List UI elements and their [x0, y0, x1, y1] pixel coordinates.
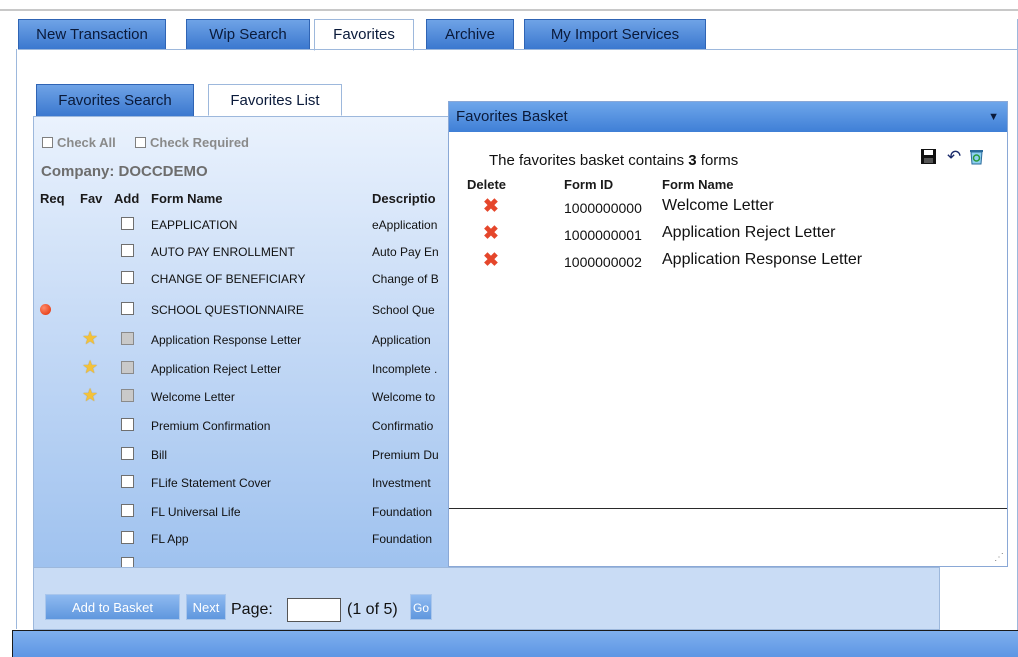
favorite-star-icon: ★ — [82, 357, 99, 377]
header-add: Add — [114, 191, 140, 206]
check-required-label: Check Required — [150, 135, 249, 150]
bottom-status-bar — [12, 630, 1018, 657]
header-req: Req — [40, 191, 65, 206]
go-button[interactable]: Go — [410, 594, 432, 620]
tab-favorites[interactable]: Favorites — [314, 19, 414, 51]
add-checkbox — [121, 332, 134, 345]
recycle-icon[interactable] — [969, 149, 984, 170]
delete-icon[interactable]: ✖ — [483, 251, 499, 271]
form-description: eApplication — [372, 218, 438, 232]
tab-archive[interactable]: Archive — [426, 19, 514, 49]
form-name: Premium Confirmation — [151, 419, 271, 433]
basket-divider — [449, 508, 1007, 509]
page-count: (1 of 5) — [347, 601, 398, 618]
basket-title: Favorites Basket — [456, 108, 568, 125]
form-name: EAPPLICATION — [151, 218, 238, 232]
tab-favorites-list[interactable]: Favorites List — [208, 84, 342, 116]
add-checkbox[interactable] — [121, 302, 134, 315]
basket-form-name: Application Reject Letter — [662, 224, 836, 241]
basket-summary-suffix: forms — [696, 152, 739, 169]
add-checkbox[interactable] — [121, 447, 134, 460]
add-checkbox[interactable] — [121, 531, 134, 544]
header-description: Descriptio — [372, 191, 436, 206]
form-description: Auto Pay En — [372, 245, 439, 259]
add-to-basket-button[interactable]: Add to Basket — [45, 594, 180, 620]
page-number-input[interactable] — [287, 598, 341, 622]
check-required-checkbox[interactable] — [135, 137, 147, 148]
form-name: FL App — [151, 532, 189, 546]
delete-icon[interactable]: ✖ — [483, 224, 499, 244]
company-label: Company: DOCCDEMO — [41, 163, 208, 180]
top-divider — [0, 9, 1018, 11]
add-checkbox[interactable] — [121, 418, 134, 431]
add-checkbox[interactable] — [121, 217, 134, 230]
add-checkbox — [121, 389, 134, 402]
favorite-star-icon: ★ — [82, 328, 99, 348]
add-checkbox[interactable] — [121, 557, 134, 567]
add-checkbox[interactable] — [121, 475, 134, 488]
basket-header[interactable]: Favorites Basket ▼ — [449, 102, 1007, 132]
form-description: Investment — [372, 476, 431, 490]
add-checkbox[interactable] — [121, 244, 134, 257]
basket-row: ✖ 1000000000 Welcome Letter — [449, 195, 1007, 222]
form-description: Change of B — [372, 272, 439, 286]
favorite-star-icon: ★ — [82, 385, 99, 405]
form-description: Incomplete . — [372, 362, 438, 376]
delete-icon[interactable]: ✖ — [483, 197, 499, 217]
tab-my-import-services[interactable]: My Import Services — [524, 19, 706, 49]
basket-form-name: Application Response Letter — [662, 251, 863, 268]
form-description: Confirmatio — [372, 419, 434, 433]
tab-wip-search[interactable]: Wip Search — [186, 19, 310, 49]
form-description: Application — [372, 333, 431, 347]
check-options: Check All Check Required — [42, 135, 249, 150]
add-checkbox[interactable] — [121, 271, 134, 284]
basket-count: 3 — [688, 152, 697, 169]
resize-grip-icon[interactable]: ⋰ — [994, 552, 1004, 563]
tab-new-transaction[interactable]: New Transaction — [18, 19, 166, 49]
form-description: Foundation — [372, 532, 433, 546]
basket-summary: The favorites basket contains 3 forms — [489, 152, 738, 169]
add-checkbox — [121, 361, 134, 374]
form-name: Application Response Letter — [151, 333, 302, 347]
form-name: SCHOOL QUESTIONNAIRE — [151, 303, 304, 317]
save-icon[interactable] — [921, 149, 936, 169]
required-dot-icon — [40, 304, 51, 315]
form-id: 1000000001 — [564, 227, 642, 243]
next-button[interactable]: Next — [186, 594, 226, 620]
header-form-id: Form ID — [564, 177, 614, 192]
form-description: Premium Du — [372, 448, 439, 462]
form-description: Welcome to — [372, 390, 436, 404]
check-all-checkbox[interactable] — [42, 137, 53, 148]
header-form-name: Form Name — [151, 191, 223, 206]
check-all-label: Check All — [57, 135, 116, 150]
basket-summary-prefix: The favorites basket contains — [489, 152, 689, 169]
header-basket-form-name: Form Name — [662, 177, 734, 192]
form-name: FL Universal Life — [151, 505, 241, 519]
favorites-basket-panel: Favorites Basket ▼ The favorites basket … — [448, 101, 1008, 567]
header-delete: Delete — [467, 177, 507, 192]
dropdown-arrow-icon[interactable]: ▼ — [988, 102, 999, 132]
add-checkbox[interactable] — [121, 504, 134, 517]
form-name: Welcome Letter — [151, 390, 235, 404]
form-description: Foundation — [372, 505, 433, 519]
form-name: CHANGE OF BENEFICIARY — [151, 272, 306, 286]
basket-form-name: Welcome Letter — [662, 197, 774, 214]
header-fav: Fav — [80, 191, 103, 206]
tab-favorites-search[interactable]: Favorites Search — [36, 84, 194, 116]
form-name: AUTO PAY ENROLLMENT — [151, 245, 295, 259]
undo-icon[interactable]: ↶ — [947, 147, 961, 167]
basket-row: ✖ 1000000001 Application Reject Letter — [449, 222, 1007, 249]
form-id: 1000000000 — [564, 200, 642, 216]
page-label: Page: — [231, 601, 273, 618]
form-name: FLife Statement Cover — [151, 476, 272, 490]
form-name: Application Reject Letter — [151, 362, 282, 376]
form-description: School Que — [372, 303, 435, 317]
form-id: 1000000002 — [564, 254, 642, 270]
form-name: Bill — [151, 448, 168, 462]
basket-row: ✖ 1000000002 Application Response Letter — [449, 249, 1007, 276]
